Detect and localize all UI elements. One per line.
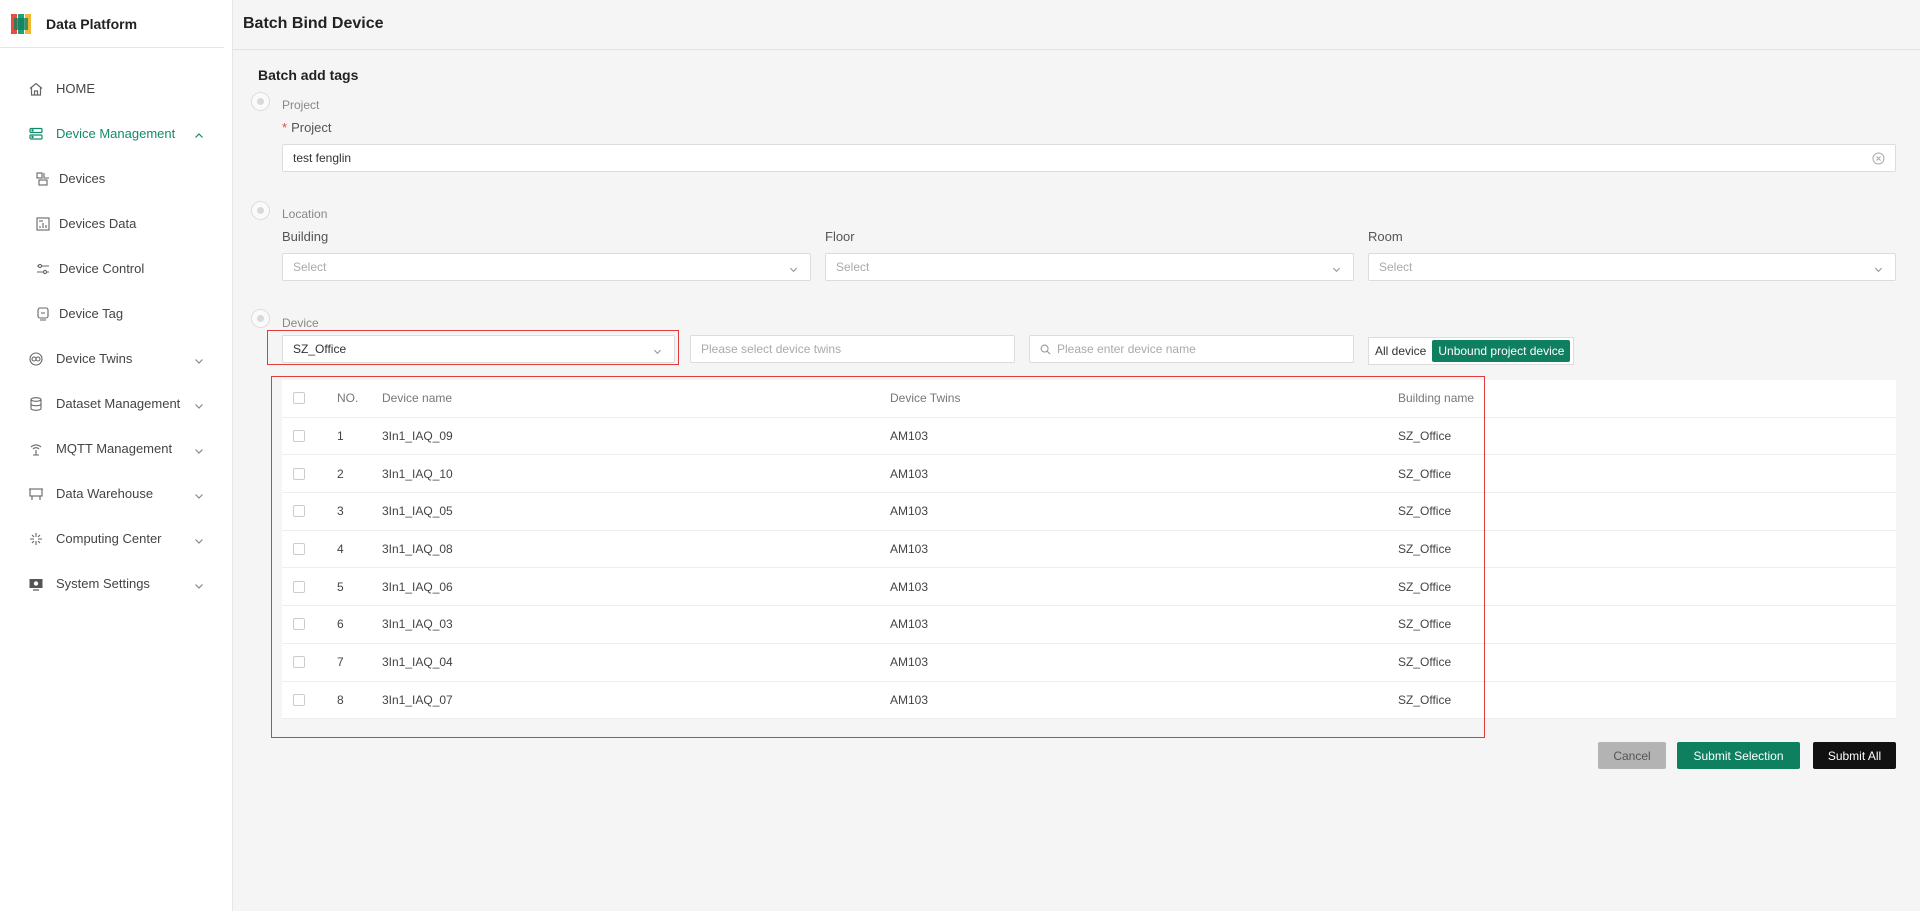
highlight-device-table <box>271 376 1485 738</box>
chevron-down-icon <box>194 579 204 589</box>
sidebar-item-label: Devices <box>59 171 106 186</box>
device-name-search[interactable]: Please enter device name <box>1029 335 1354 363</box>
step-dot-device <box>251 309 270 328</box>
settings-icon <box>27 575 45 593</box>
device-twins-placeholder: Please select device twins <box>701 342 842 356</box>
building-placeholder: Select <box>293 260 327 274</box>
page-title: Batch Bind Device <box>243 15 384 32</box>
sidebar-item-data-warehouse[interactable]: Data Warehouse <box>0 471 232 516</box>
step-label-location: Location <box>282 207 328 221</box>
page-header: Batch Bind Device <box>233 0 1920 50</box>
device-twins-icon <box>27 350 45 368</box>
building-select[interactable]: Select <box>282 253 811 281</box>
devices-data-icon <box>35 216 51 232</box>
floor-select[interactable]: Select <box>825 253 1354 281</box>
project-label-text: Project <box>291 120 332 135</box>
chevron-down-icon <box>194 354 204 364</box>
device-filter-toggle: All device Unbound project device <box>1368 337 1575 365</box>
sidebar-item-label: Device Tag <box>59 306 124 321</box>
sidebar-item-mqtt-management[interactable]: MQTT Management <box>0 426 232 471</box>
submit-selection-button[interactable]: Submit Selection <box>1677 742 1800 769</box>
sidebar-item-devices-data[interactable]: Devices Data <box>0 201 232 246</box>
sidebar-nav: HOME Device Management Devices Devices D… <box>0 66 232 606</box>
sidebar-item-device-control[interactable]: Device Control <box>0 246 232 291</box>
chevron-down-icon <box>194 489 204 499</box>
sidebar-item-label: Computing Center <box>56 531 162 546</box>
sidebar-item-label: Device Management <box>56 126 176 141</box>
sidebar-item-dataset-management[interactable]: Dataset Management <box>0 381 232 426</box>
building-label: Building <box>282 229 329 244</box>
device-control-icon <box>35 261 51 277</box>
chevron-up-icon <box>194 129 204 139</box>
sidebar-item-label: Dataset Management <box>56 396 181 411</box>
mqtt-icon <box>27 440 45 458</box>
logo: Data Platform <box>0 0 224 48</box>
floor-placeholder: Select <box>836 260 870 274</box>
device-management-icon <box>27 125 45 143</box>
sidebar-item-label: System Settings <box>56 576 150 591</box>
submit-all-button[interactable]: Submit All <box>1813 742 1896 769</box>
chevron-down-icon <box>789 263 798 273</box>
chevron-down-icon <box>1874 263 1883 273</box>
sidebar: Data Platform HOME Device Management Dev… <box>0 0 233 911</box>
step-dot-project <box>251 92 270 111</box>
computing-icon <box>27 530 45 548</box>
chevron-down-icon <box>194 534 204 544</box>
step-label-project: Project <box>282 98 320 112</box>
device-tag-icon <box>35 306 51 322</box>
device-name-placeholder: Please enter device name <box>1057 342 1196 356</box>
toggle-unbound-device[interactable]: Unbound project device <box>1432 340 1571 362</box>
step-dot-location <box>251 201 270 220</box>
project-value: test fenglin <box>293 151 352 165</box>
room-placeholder: Select <box>1379 260 1413 274</box>
sidebar-item-label: Device Twins <box>56 351 133 366</box>
chevron-down-icon <box>194 444 204 454</box>
logo-icon <box>10 12 32 36</box>
room-label: Room <box>1368 229 1403 244</box>
sidebar-item-home[interactable]: HOME <box>0 66 232 111</box>
section-title: Batch add tags <box>258 67 359 83</box>
sidebar-item-device-management[interactable]: Device Management <box>0 111 232 156</box>
sidebar-item-label: Data Warehouse <box>56 486 154 501</box>
toggle-all-device[interactable]: All device <box>1369 340 1432 362</box>
home-icon <box>27 80 45 98</box>
floor-label: Floor <box>825 229 855 244</box>
sidebar-item-label: HOME <box>56 81 95 96</box>
clear-icon[interactable] <box>1872 152 1885 165</box>
chevron-down-icon <box>1332 263 1341 273</box>
sidebar-item-label: Devices Data <box>59 216 137 231</box>
chevron-down-icon <box>194 399 204 409</box>
warehouse-icon <box>27 485 45 503</box>
search-icon <box>1040 344 1051 355</box>
step-label-device: Device <box>282 316 319 330</box>
sidebar-item-label: Device Control <box>59 261 145 276</box>
room-select[interactable]: Select <box>1368 253 1896 281</box>
project-input[interactable]: test fenglin <box>282 144 1896 172</box>
cancel-button[interactable]: Cancel <box>1598 742 1666 769</box>
sidebar-item-devices[interactable]: Devices <box>0 156 232 201</box>
device-twins-select[interactable]: Please select device twins <box>690 335 1015 363</box>
highlight-device-select <box>267 330 679 365</box>
sidebar-item-device-tag[interactable]: Device Tag <box>0 291 232 336</box>
required-mark: * <box>282 120 288 135</box>
sidebar-item-computing-center[interactable]: Computing Center <box>0 516 232 561</box>
app-title: Data Platform <box>46 15 138 32</box>
sidebar-item-system-settings[interactable]: System Settings <box>0 561 232 606</box>
sidebar-item-device-twins[interactable]: Device Twins <box>0 336 232 381</box>
sidebar-item-label: MQTT Management <box>56 441 173 456</box>
project-label: * Project <box>282 120 332 135</box>
dataset-icon <box>27 395 45 413</box>
devices-icon <box>35 171 51 187</box>
